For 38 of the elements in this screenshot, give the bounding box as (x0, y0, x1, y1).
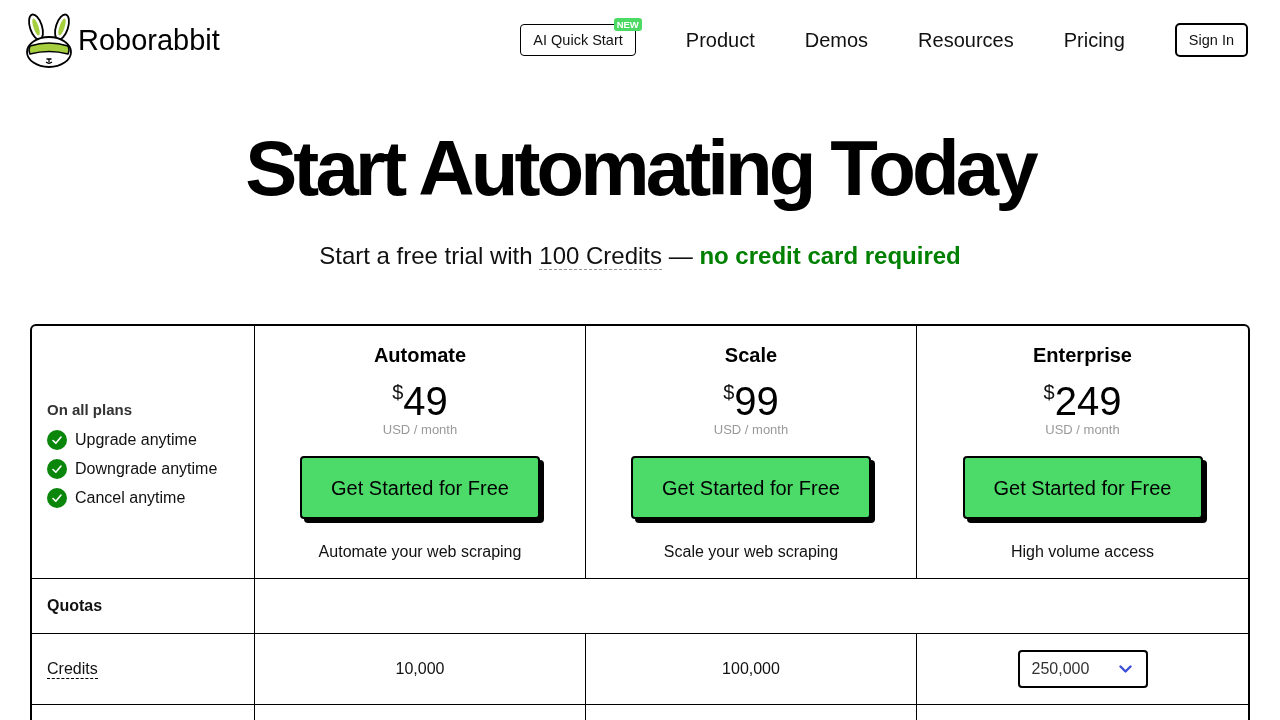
billing-period: USD / month (1045, 422, 1120, 438)
billing-period: USD / month (713, 422, 789, 438)
section-heading: On all plans (47, 400, 134, 420)
billing-period: USD / month (382, 422, 458, 438)
feature-item: Upgrade anytime (75, 430, 197, 450)
plan-name: Enterprise (1033, 343, 1132, 367)
table-cell: 10,000 (255, 634, 586, 705)
plan-name: Automate (373, 343, 467, 367)
plan-price: 99 (734, 379, 779, 423)
plan-price: 249 (1054, 379, 1122, 423)
check-icon (47, 429, 67, 450)
feature-item: Cancel anytime (75, 488, 186, 508)
chevron-down-icon (1118, 665, 1132, 673)
rabbit-logo-icon[interactable] (24, 12, 74, 68)
brand-name[interactable]: Roborabbit (78, 25, 220, 55)
sign-in-button[interactable]: Sign In (1174, 23, 1248, 57)
plan-tagline: High volume access (1010, 542, 1155, 562)
hero-subtitle: Start a free trial with 100 Credits — no credit card required (318, 241, 962, 272)
nav-link[interactable]: Resources (918, 25, 1014, 55)
check-icon (47, 458, 67, 479)
row-label: Credits (47, 659, 98, 679)
currency-symbol: $ (723, 382, 735, 402)
section-label: Quotas (47, 596, 103, 616)
feature-item: Downgrade anytime (75, 459, 218, 479)
nav-link[interactable]: Pricing (1063, 25, 1125, 55)
plan-price: 49 (403, 379, 448, 423)
plan-tagline: Automate your web scraping (318, 542, 522, 562)
tooltip-term[interactable]: 100 Credits (539, 242, 663, 270)
plan-tagline: Scale your web scraping (663, 542, 839, 562)
check-icon (47, 487, 67, 508)
nav-link[interactable]: Demos (804, 25, 869, 55)
credits-select[interactable]: 250,000 (1017, 650, 1148, 688)
new-badge: NEW (613, 18, 642, 31)
currency-symbol: $ (1043, 382, 1055, 402)
currency-symbol: $ (392, 382, 404, 402)
nav-link[interactable]: Product (685, 25, 755, 55)
table-cell: 100,000 (586, 634, 917, 705)
plan-name: Scale (724, 343, 778, 367)
